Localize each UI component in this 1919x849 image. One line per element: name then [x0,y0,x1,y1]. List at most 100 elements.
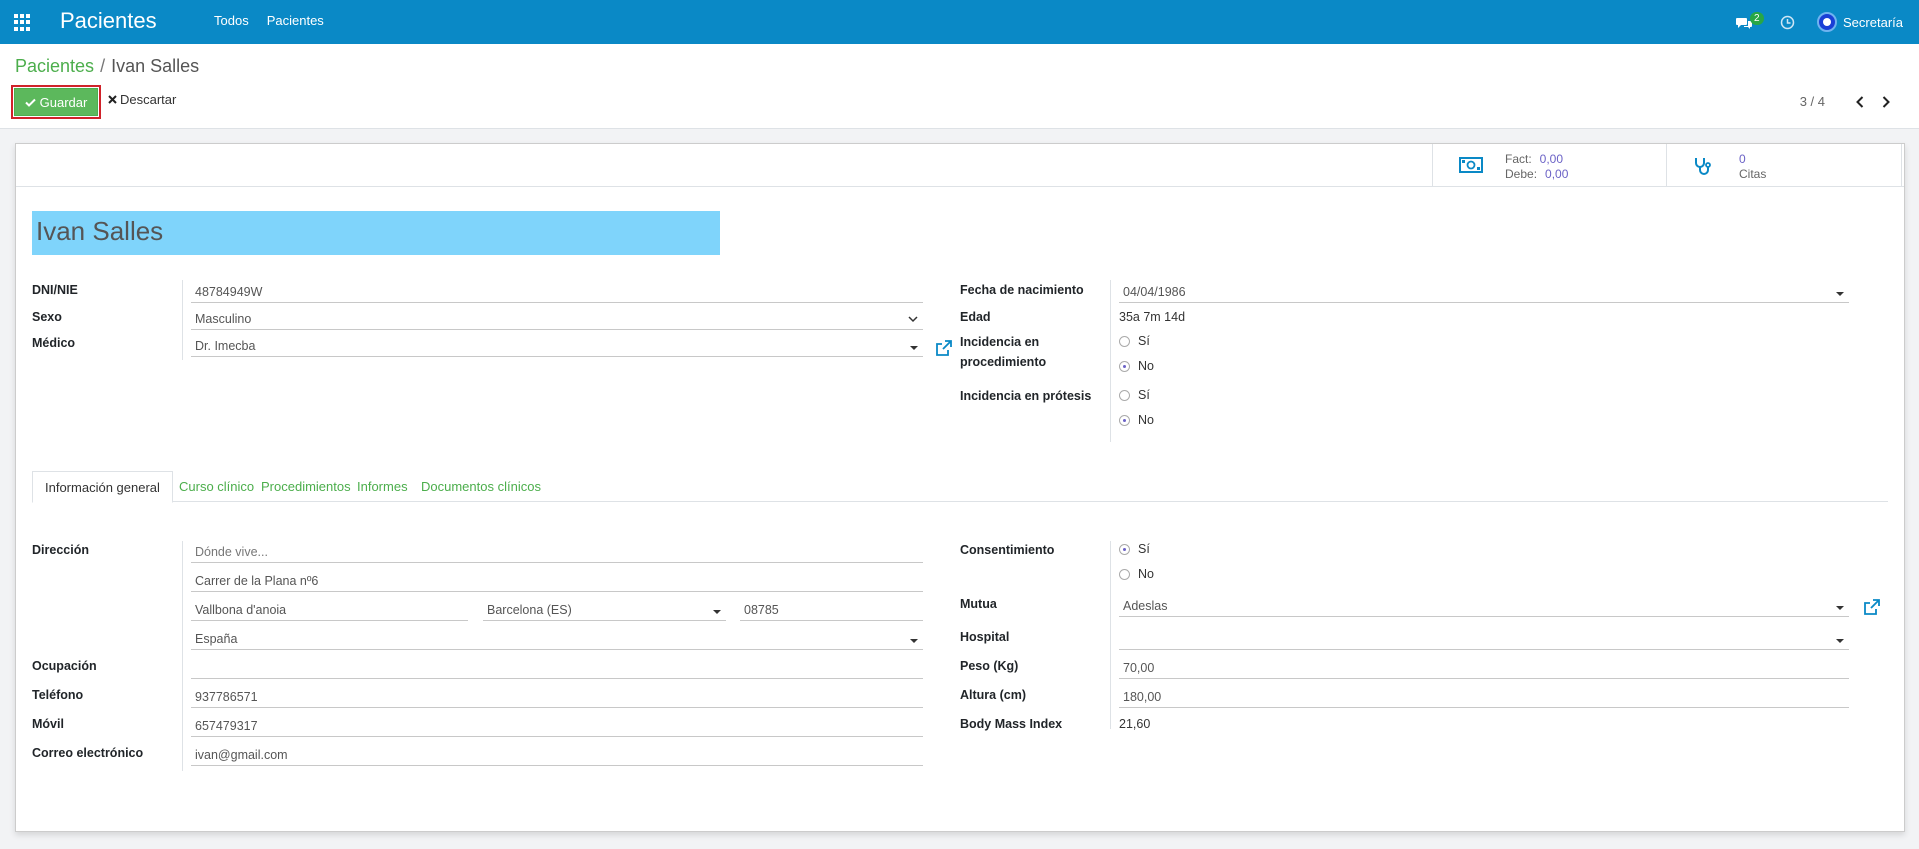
chevron-left-icon [1856,95,1864,108]
breadcrumb-current: Ivan Salles [111,56,200,76]
external-link-icon[interactable] [935,339,953,357]
sexo-select[interactable]: Masculino [191,309,923,330]
pager-previous-button[interactable] [1847,95,1873,108]
edad-value: 35a 7m 14d [1119,310,1186,324]
street-input[interactable]: Dónde vive... [191,542,923,563]
tab-informacion-general[interactable]: Información general [32,471,173,503]
message-count-badge: 2 [1750,12,1764,25]
save-button-label: Guardar [39,94,88,110]
control-panel: Pacientes / Ivan Salles Guardar Descarta… [0,44,1919,129]
save-button[interactable]: Guardar [14,88,98,116]
incidencia-procedimiento-label-line1: Incidencia en [960,335,1040,349]
peso-input[interactable]: 70,00 [1119,658,1849,679]
mutua-label: Mutua [960,597,997,611]
incidencia-procedimiento-radio-si[interactable]: Sí [1119,334,1150,348]
medico-label: Médico [32,336,76,350]
incidencia-protesis-radio-si[interactable]: Sí [1119,388,1150,402]
citas-label: Citas [1739,167,1767,181]
hospital-select[interactable] [1119,629,1849,650]
close-icon [108,95,117,104]
incidencia-protesis-radio-no[interactable]: No [1119,413,1154,427]
movil-label: Móvil [32,717,64,731]
dni-label: DNI/NIE [32,283,78,297]
money-bill-icon [1459,157,1483,173]
street2-input[interactable]: Carrer de la Plana nº6 [191,571,923,592]
radio-label: Sí [1138,388,1150,402]
pager-value: 3 / 4 [1799,94,1825,109]
mutua-select[interactable]: Adeslas [1119,596,1849,617]
menu-item-pacientes[interactable]: Pacientes [267,13,324,28]
breadcrumb-separator: / [100,56,106,76]
incidencia-protesis-label: Incidencia en prótesis [960,389,1092,403]
dropdown-caret-icon [713,610,721,614]
radio-unchecked-icon [1119,389,1130,401]
debe-value: 0,00 [1545,167,1569,181]
medico-select[interactable]: Dr. Imecba [191,336,923,357]
email-input[interactable]: ivan@gmail.com [191,745,923,766]
ocupacion-label: Ocupación [32,659,97,673]
zip-input[interactable]: 08785 [740,600,923,621]
consentimiento-radio-si[interactable]: Sí [1119,542,1150,556]
consentimiento-label: Consentimiento [960,543,1055,557]
radio-unchecked-icon [1119,335,1130,347]
top-navbar: Pacientes Todos Pacientes 2 Secretaría [0,0,1919,44]
email-label: Correo electrónico [32,746,144,760]
invoices-stat-button[interactable]: Fact: 0,00 Debe: 0,00 [1432,144,1666,187]
city-input[interactable]: Vallbona d'anoia [191,600,468,621]
peso-label: Peso (Kg) [960,659,1019,673]
user-menu[interactable]: Secretaría [1817,12,1903,32]
movil-input[interactable]: 657479317 [191,716,923,737]
app-title: Pacientes [60,8,157,33]
patient-name-input[interactable]: Ivan Salles [32,211,720,255]
messaging-button[interactable]: 2 [1736,10,1768,34]
telefono-label: Teléfono [32,688,84,702]
discard-button[interactable]: Descartar [108,92,176,107]
discard-button-label: Descartar [120,92,177,107]
radio-checked-icon [1119,360,1130,372]
breadcrumb-parent-link[interactable]: Pacientes [15,56,94,77]
radio-checked-icon [1119,414,1130,426]
menu-item-todos[interactable]: Todos [214,13,249,28]
bmi-value: 21,60 [1119,717,1151,731]
consentimiento-radio-no[interactable]: No [1119,567,1154,581]
notebook-tabs: Información general Curso clínico Proced… [32,471,1888,503]
ocupacion-input[interactable] [191,658,923,679]
radio-label: Sí [1138,542,1150,556]
user-name: Secretaría [1843,14,1903,30]
field-separator [182,541,183,771]
telefono-input[interactable]: 937786571 [191,687,923,708]
pager-next-button[interactable] [1873,95,1899,108]
form-sheet: Fact: 0,00 Debe: 0,00 0 Citas Ivan Salles … [15,143,1905,832]
incidencia-procedimiento-radio-no[interactable]: No [1119,359,1154,373]
dropdown-caret-icon [1836,292,1844,296]
citas-count: 0 [1739,152,1746,166]
activity-clock-icon[interactable] [1780,15,1795,30]
apps-menu-icon[interactable] [14,14,31,31]
stethoscope-icon [1695,158,1711,175]
bmi-label: Body Mass Index [960,717,1063,731]
dropdown-caret-icon [910,346,918,350]
tab-documentos-clinicos[interactable]: Documentos clínicos [409,471,553,503]
main-menu: Todos Pacientes [214,13,324,28]
sexo-label: Sexo [32,310,62,324]
dropdown-caret-icon [1836,639,1844,643]
radio-checked-icon [1119,543,1130,555]
dni-input[interactable]: 48784949W [191,282,923,303]
fecha-nacimiento-input[interactable]: 04/04/1986 [1119,282,1849,303]
breadcrumb: Pacientes / Ivan Salles [15,56,199,77]
country-select[interactable]: España [191,629,923,650]
appointments-stat-button[interactable]: 0 Citas [1666,144,1902,187]
smart-button-box: Fact: 0,00 Debe: 0,00 0 Citas [16,144,1904,187]
external-link-icon[interactable] [1863,598,1881,616]
direccion-label: Dirección [32,543,89,557]
field-separator [1110,280,1111,442]
fact-value: 0,00 [1539,152,1564,166]
state-select[interactable]: Barcelona (ES) [483,600,726,621]
radio-label: No [1138,413,1154,427]
altura-input[interactable]: 180,00 [1119,687,1849,708]
dropdown-caret-icon [1836,606,1844,610]
avatar [1817,12,1838,32]
radio-unchecked-icon [1119,568,1130,580]
check-icon [24,98,36,107]
radio-label: Sí [1138,334,1150,348]
